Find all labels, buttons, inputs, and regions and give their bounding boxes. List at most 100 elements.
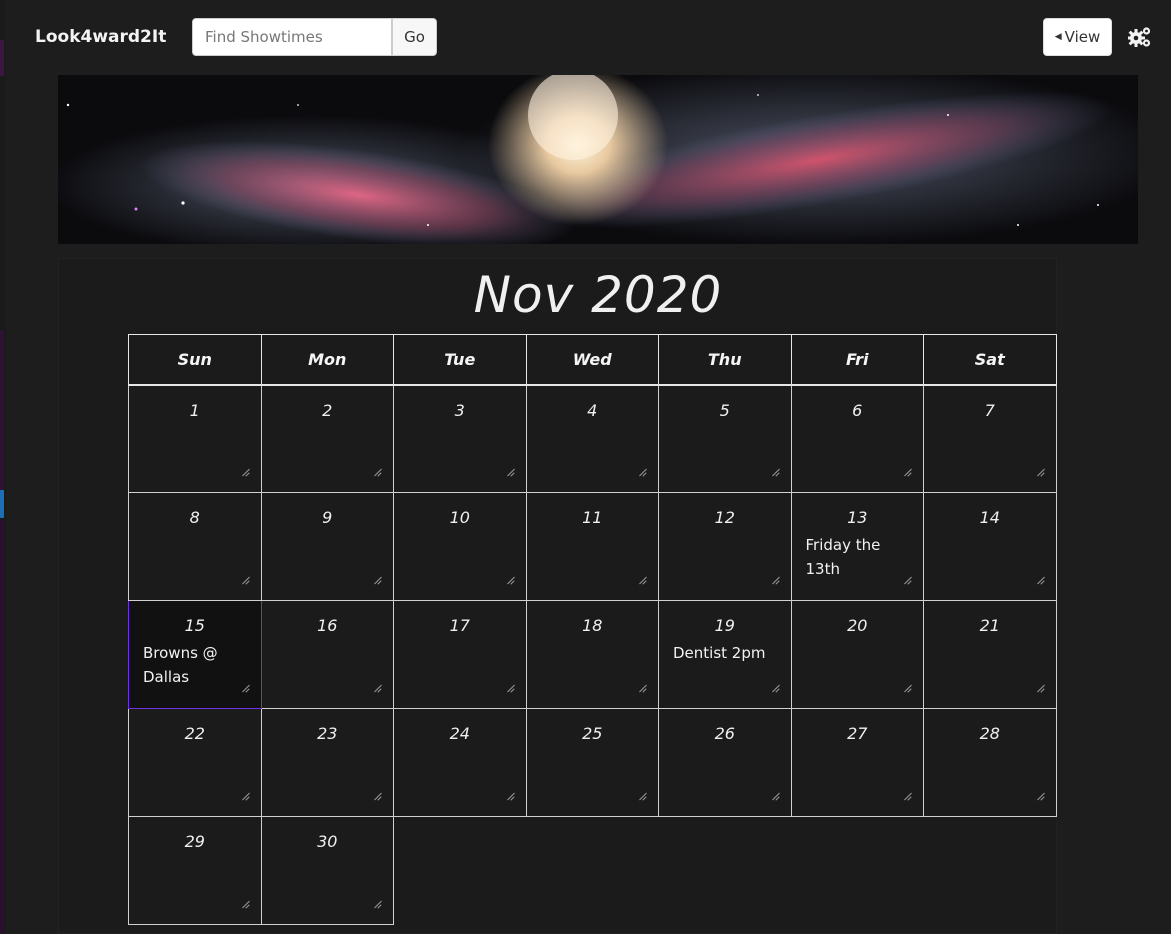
resize-handle-icon[interactable] — [638, 792, 646, 800]
day-note-text[interactable] — [262, 420, 394, 426]
day-note-text[interactable]: Dentist 2pm — [659, 635, 791, 665]
day-note-text[interactable]: Browns @ Dallas — [129, 635, 261, 689]
day-cell-4[interactable]: 4 — [525, 384, 659, 493]
resize-handle-icon[interactable] — [241, 900, 249, 908]
resize-handle-icon[interactable] — [241, 576, 249, 584]
day-cell-25[interactable]: 25 — [525, 708, 659, 817]
day-cell-26[interactable]: 26 — [658, 708, 792, 817]
resize-handle-icon[interactable] — [903, 684, 911, 692]
weekday-header-sat: Sat — [923, 334, 1057, 386]
day-note-text[interactable] — [924, 527, 1056, 533]
resize-handle-icon[interactable] — [1036, 684, 1044, 692]
resize-handle-icon[interactable] — [506, 684, 514, 692]
day-note-text[interactable]: Friday the 13th — [792, 527, 924, 581]
day-note-text[interactable] — [924, 743, 1056, 749]
resize-handle-icon[interactable] — [638, 468, 646, 476]
resize-handle-icon[interactable] — [506, 576, 514, 584]
day-cell-20[interactable]: 20 — [790, 600, 924, 709]
day-number: 11 — [582, 508, 603, 527]
resize-handle-icon[interactable] — [1036, 576, 1044, 584]
day-note-text[interactable] — [792, 420, 924, 426]
day-note-text[interactable] — [129, 527, 261, 533]
day-cell-22[interactable]: 22 — [128, 708, 262, 817]
resize-handle-icon[interactable] — [506, 792, 514, 800]
day-note-text[interactable] — [394, 420, 526, 426]
resize-handle-icon[interactable] — [771, 792, 779, 800]
day-note-text[interactable] — [924, 635, 1056, 641]
resize-handle-icon[interactable] — [373, 468, 381, 476]
day-note-text[interactable] — [792, 743, 924, 749]
day-note-text[interactable] — [659, 743, 791, 749]
day-note-text[interactable] — [262, 527, 394, 533]
resize-handle-icon[interactable] — [241, 792, 249, 800]
day-cell-11[interactable]: 11 — [525, 492, 659, 601]
resize-handle-icon[interactable] — [771, 468, 779, 476]
resize-handle-icon[interactable] — [903, 468, 911, 476]
day-cell-8[interactable]: 8 — [128, 492, 262, 601]
day-note-text[interactable] — [129, 851, 261, 857]
resize-handle-icon[interactable] — [771, 684, 779, 692]
resize-handle-icon[interactable] — [373, 684, 381, 692]
day-note-text[interactable] — [262, 851, 394, 857]
brand-link[interactable]: Look4ward2It — [35, 27, 166, 47]
resize-handle-icon[interactable] — [638, 576, 646, 584]
day-cell-14[interactable]: 14 — [923, 492, 1057, 601]
day-note-text[interactable] — [394, 743, 526, 749]
resize-handle-icon[interactable] — [373, 792, 381, 800]
day-cell-17[interactable]: 17 — [393, 600, 527, 709]
day-cell-1[interactable]: 1 — [128, 384, 262, 493]
settings-gears-icon[interactable] — [1128, 26, 1152, 48]
day-note-text[interactable] — [527, 420, 659, 426]
day-cell-27[interactable]: 27 — [790, 708, 924, 817]
day-cell-18[interactable]: 18 — [525, 600, 659, 709]
showtimes-search-input[interactable] — [192, 18, 392, 56]
day-cell-10[interactable]: 10 — [393, 492, 527, 601]
day-cell-7[interactable]: 7 — [923, 384, 1057, 493]
day-note-text[interactable] — [527, 743, 659, 749]
resize-handle-icon[interactable] — [241, 468, 249, 476]
day-cell-13[interactable]: 13 Friday the 13th — [790, 492, 924, 601]
day-note-text[interactable] — [527, 635, 659, 641]
resize-handle-icon[interactable] — [1036, 792, 1044, 800]
go-button[interactable]: Go — [392, 18, 437, 56]
day-note-text[interactable] — [924, 420, 1056, 426]
day-cell-6[interactable]: 6 — [790, 384, 924, 493]
day-cell-9[interactable]: 9 — [260, 492, 394, 601]
day-note-text[interactable] — [792, 635, 924, 641]
day-cell-21[interactable]: 21 — [923, 600, 1057, 709]
day-note-text[interactable] — [262, 635, 394, 641]
day-note-text[interactable] — [659, 527, 791, 533]
day-cell-3[interactable]: 3 — [393, 384, 527, 493]
day-note-text[interactable] — [659, 420, 791, 426]
resize-handle-icon[interactable] — [903, 792, 911, 800]
resize-handle-icon[interactable] — [1036, 468, 1044, 476]
resize-handle-icon[interactable] — [903, 576, 911, 584]
day-cell-12[interactable]: 12 — [658, 492, 792, 601]
day-number: 10 — [449, 508, 470, 527]
day-cell-19[interactable]: 19 Dentist 2pm — [658, 600, 792, 709]
day-cell-23[interactable]: 23 — [260, 708, 394, 817]
day-note-text[interactable] — [129, 420, 261, 426]
resize-handle-icon[interactable] — [241, 684, 249, 692]
day-cell-16[interactable]: 16 — [260, 600, 394, 709]
day-cell-15[interactable]: 15 Browns @ Dallas — [128, 600, 262, 709]
calendar-week-row: 8 9 10 11 12 13 Friday the 13th 14 — [128, 492, 1057, 601]
resize-handle-icon[interactable] — [638, 684, 646, 692]
view-dropdown-button[interactable]: ◀ View — [1043, 18, 1112, 56]
day-note-text[interactable] — [394, 527, 526, 533]
day-note-text[interactable] — [527, 527, 659, 533]
day-cell-29[interactable]: 29 — [128, 816, 262, 925]
day-number: 8 — [189, 508, 200, 527]
day-cell-24[interactable]: 24 — [393, 708, 527, 817]
resize-handle-icon[interactable] — [506, 468, 514, 476]
resize-handle-icon[interactable] — [373, 900, 381, 908]
resize-handle-icon[interactable] — [771, 576, 779, 584]
day-cell-2[interactable]: 2 — [260, 384, 394, 493]
day-cell-5[interactable]: 5 — [658, 384, 792, 493]
day-note-text[interactable] — [262, 743, 394, 749]
day-note-text[interactable] — [394, 635, 526, 641]
day-note-text[interactable] — [129, 743, 261, 749]
day-cell-28[interactable]: 28 — [923, 708, 1057, 817]
resize-handle-icon[interactable] — [373, 576, 381, 584]
day-cell-30[interactable]: 30 — [260, 816, 394, 925]
